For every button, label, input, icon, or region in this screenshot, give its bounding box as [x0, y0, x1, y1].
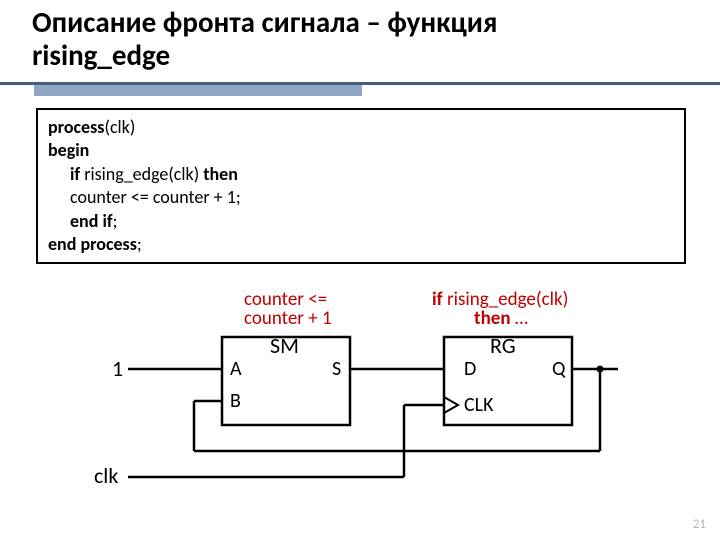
- rg-port-q: Q: [552, 359, 565, 379]
- rg-port-d: D: [464, 359, 476, 379]
- sm-port-a: A: [230, 359, 242, 379]
- code-line-4: counter <= counter + 1;: [48, 186, 674, 209]
- sm-port-b: B: [230, 391, 241, 411]
- sm-title: SM: [270, 335, 299, 357]
- code-line-6: end process;: [48, 233, 674, 256]
- title-accent-block: [34, 85, 362, 96]
- code-line-2: begin: [48, 139, 674, 162]
- page-number: 21: [693, 517, 706, 532]
- code-box: process(clk) begin if rising_edge(clk) t…: [36, 108, 686, 264]
- label-clk: clk: [94, 465, 118, 487]
- code-line-3: if rising_edge(clk) then: [48, 163, 674, 186]
- clk-triangle-icon: [444, 397, 458, 413]
- label-one: 1: [112, 358, 123, 380]
- title-line-2: rising_edge: [32, 37, 170, 73]
- rg-title: RG: [490, 335, 516, 357]
- title-line-1: Описание фронта сигнала – функция: [32, 4, 497, 40]
- rg-port-clk: CLK: [464, 395, 493, 415]
- code-line-1: process(clk): [48, 116, 674, 139]
- slide-title: Описание фронта сигнала – функция rising…: [32, 6, 700, 73]
- sm-port-s: S: [332, 359, 341, 379]
- code-line-5: end if;: [48, 210, 674, 233]
- slide: Описание фронта сигнала – функция rising…: [0, 0, 720, 540]
- block-diagram: counter <= counter + 1 if rising_edge(cl…: [0, 279, 720, 539]
